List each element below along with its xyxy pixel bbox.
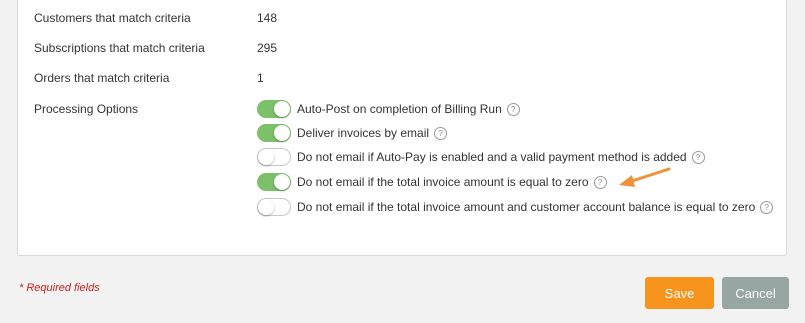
option-no-email-autopay: Do not email if Auto-Pay is enabled and … <box>257 148 705 166</box>
option-no-email-zero-balance: Do not email if the total invoice amount… <box>257 198 774 216</box>
summary-value: 1 <box>257 71 264 85</box>
auto-post-toggle[interactable] <box>257 100 291 118</box>
option-label: Auto-Post on completion of Billing Run <box>297 102 502 116</box>
option-deliver-email: Deliver invoices by email ? <box>257 124 448 142</box>
option-no-email-zero-invoice: Do not email if the total invoice amount… <box>257 173 607 191</box>
required-fields-note: * Required fields <box>19 282 100 294</box>
summary-value: 148 <box>257 11 278 25</box>
help-icon[interactable]: ? <box>506 102 520 116</box>
arrow-annotation-icon <box>619 167 671 187</box>
processing-options-label: Processing Options <box>34 102 139 116</box>
help-icon[interactable]: ? <box>593 175 607 189</box>
deliver-email-toggle[interactable] <box>257 124 291 142</box>
no-email-autopay-toggle[interactable] <box>257 148 291 166</box>
billing-run-panel: Customers that match criteria 148 Subscr… <box>17 0 787 256</box>
cancel-button[interactable]: Cancel <box>722 277 789 309</box>
help-icon[interactable]: ? <box>691 150 705 164</box>
option-label: Do not email if Auto-Pay is enabled and … <box>297 150 687 164</box>
summary-label: Customers that match criteria <box>34 11 191 25</box>
option-label: Do not email if the total invoice amount… <box>297 175 589 189</box>
toggle-knob <box>274 125 290 141</box>
summary-label: Subscriptions that match criteria <box>34 41 205 55</box>
toggle-knob <box>274 101 290 117</box>
option-label: Do not email if the total invoice amount… <box>297 200 756 214</box>
option-auto-post: Auto-Post on completion of Billing Run ? <box>257 100 520 118</box>
toggle-knob <box>258 149 274 165</box>
option-label: Deliver invoices by email <box>297 126 430 140</box>
toggle-knob <box>258 199 274 215</box>
help-icon[interactable]: ? <box>760 200 774 214</box>
no-email-zero-invoice-toggle[interactable] <box>257 173 291 191</box>
toggle-knob <box>274 174 290 190</box>
save-button[interactable]: Save <box>645 277 714 309</box>
help-icon[interactable]: ? <box>434 126 448 140</box>
summary-value: 295 <box>257 41 278 55</box>
no-email-zero-balance-toggle[interactable] <box>257 198 291 216</box>
summary-label: Orders that match criteria <box>34 71 170 85</box>
